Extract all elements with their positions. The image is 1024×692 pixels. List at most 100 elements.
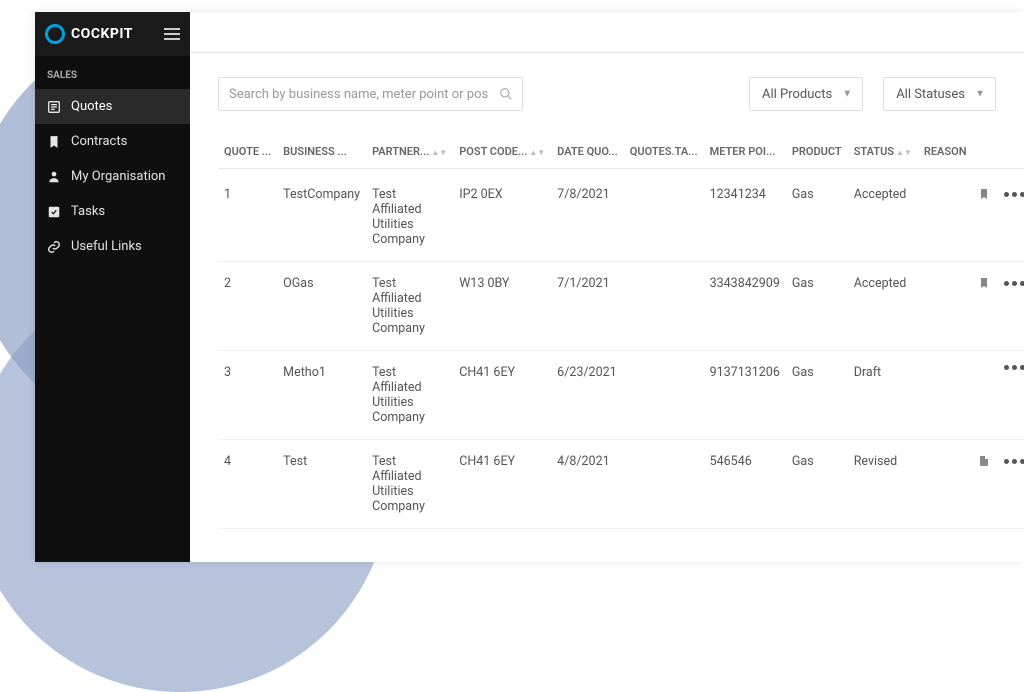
table-cell (624, 262, 704, 351)
sidebar-section-label: SALES (35, 56, 190, 89)
column-header[interactable]: POST CODE...▲▼ (453, 135, 551, 169)
table-cell: Draft (848, 351, 918, 440)
sidebar-item-useful-links[interactable]: Useful Links (35, 229, 190, 264)
table-cell: 4/8/2021 (551, 440, 624, 529)
table-cell: 6/23/2021 (551, 351, 624, 440)
table-cell: 546546 (704, 440, 786, 529)
table-cell: 4 (218, 440, 277, 529)
main-content: All Products ▼ All Statuses ▼ QUOTE ...B… (190, 12, 1024, 562)
table-cell: 7/1/2021 (551, 262, 624, 351)
row-actions-cell (972, 262, 1024, 351)
table-cell: Accepted (848, 262, 918, 351)
sidebar-nav: Quotes Contracts My Organisation Tasks Usefu… (35, 89, 190, 264)
more-actions-icon[interactable] (1004, 365, 1024, 370)
table-cell: IP2 0EX (453, 169, 551, 262)
table-cell: Test Affiliated Utilities Company (366, 262, 453, 351)
row-actions-cell (972, 440, 1024, 529)
sort-icon: ▲▼ (896, 148, 912, 157)
sidebar-item-label: My Organisation (71, 169, 165, 184)
more-actions-icon[interactable] (1004, 281, 1024, 286)
table-cell: Test Affiliated Utilities Company (366, 440, 453, 529)
table-container: QUOTE ...BUSINESS ...PARTNER...▲▼POST CO… (190, 135, 1024, 562)
table-cell (624, 440, 704, 529)
links-icon (47, 240, 61, 254)
org-icon (47, 170, 61, 184)
table-cell: Metho1 (277, 351, 366, 440)
more-actions-icon[interactable] (1004, 459, 1024, 464)
column-header-actions (972, 135, 1024, 169)
divider (190, 52, 1024, 53)
column-header[interactable]: METER POI... (704, 135, 786, 169)
column-header[interactable]: BUSINESS ... (277, 135, 366, 169)
table-row[interactable]: 4TestTest Affiliated Utilities CompanyCH… (218, 440, 1024, 529)
sidebar-item-my-organisation[interactable]: My Organisation (35, 159, 190, 194)
menu-toggle-icon[interactable] (164, 28, 180, 40)
sidebar: COCKPIT SALES Quotes Contracts My Organisa… (35, 12, 190, 562)
bookmark-icon[interactable] (978, 276, 990, 290)
column-header[interactable]: STATUS▲▼ (848, 135, 918, 169)
table-cell: W13 0BY (453, 262, 551, 351)
table-cell: CH41 6EY (453, 351, 551, 440)
table-cell: 3343842909 (704, 262, 786, 351)
logo-icon (45, 24, 65, 44)
column-header[interactable]: DATE QUO... (551, 135, 624, 169)
product-dropdown[interactable]: All Products ▼ (749, 77, 863, 111)
row-actions-cell (972, 169, 1024, 262)
search-icon[interactable] (499, 87, 513, 101)
table-row[interactable]: 3Metho1Test Affiliated Utilities Company… (218, 351, 1024, 440)
bookmark-icon[interactable] (978, 187, 990, 201)
table-cell: Gas (786, 262, 848, 351)
table-cell: Test Affiliated Utilities Company (366, 351, 453, 440)
sidebar-item-contracts[interactable]: Contracts (35, 124, 190, 159)
sidebar-item-tasks[interactable]: Tasks (35, 194, 190, 229)
table-cell: Test (277, 440, 366, 529)
sidebar-item-label: Useful Links (71, 239, 142, 254)
table-row[interactable]: 2OGasTest Affiliated Utilities CompanyW1… (218, 262, 1024, 351)
column-header[interactable]: REASON (918, 135, 973, 169)
topbar (190, 12, 1024, 52)
table-cell: OGas (277, 262, 366, 351)
contracts-icon (47, 135, 61, 149)
table-cell: Gas (786, 440, 848, 529)
product-dropdown-label: All Products (762, 87, 832, 102)
table-cell: Test Affiliated Utilities Company (366, 169, 453, 262)
table-cell: 7/8/2021 (551, 169, 624, 262)
header: COCKPIT (35, 12, 190, 56)
column-header[interactable]: QUOTES.TA... (624, 135, 704, 169)
table-cell: 2 (218, 262, 277, 351)
quotes-icon (47, 100, 61, 114)
app-window: COCKPIT SALES Quotes Contracts My Organisa… (35, 12, 1024, 562)
table-cell: Gas (786, 169, 848, 262)
more-actions-icon[interactable] (1004, 192, 1024, 197)
table-cell (624, 351, 704, 440)
column-header[interactable]: QUOTE ... (218, 135, 277, 169)
sidebar-item-label: Contracts (71, 134, 127, 149)
status-dropdown-label: All Statuses (896, 87, 965, 102)
table-cell (624, 169, 704, 262)
table-row[interactable]: 1TestCompanyTest Affiliated Utilities Co… (218, 169, 1024, 262)
filter-bar: All Products ▼ All Statuses ▼ (190, 77, 1024, 135)
tasks-icon (47, 205, 61, 219)
table-cell: 1 (218, 169, 277, 262)
chevron-down-icon: ▼ (975, 89, 985, 100)
table-cell: Revised (848, 440, 918, 529)
table-cell: 3 (218, 351, 277, 440)
sidebar-item-quotes[interactable]: Quotes (35, 89, 190, 124)
status-dropdown[interactable]: All Statuses ▼ (883, 77, 996, 111)
table-cell (918, 440, 973, 529)
sidebar-item-label: Quotes (71, 99, 112, 114)
table-cell: 12341234 (704, 169, 786, 262)
sort-icon: ▲▼ (529, 148, 545, 157)
table-cell (918, 262, 973, 351)
table-cell: Accepted (848, 169, 918, 262)
search-input[interactable] (218, 77, 523, 111)
table-cell (918, 351, 973, 440)
table-cell: Gas (786, 351, 848, 440)
quotes-table: QUOTE ...BUSINESS ...PARTNER...▲▼POST CO… (218, 135, 1024, 529)
column-header[interactable]: PARTNER...▲▼ (366, 135, 453, 169)
row-actions-cell (972, 351, 1024, 440)
bookmark-icon[interactable] (978, 454, 990, 468)
table-cell (918, 169, 973, 262)
column-header[interactable]: PRODUCT (786, 135, 848, 169)
table-cell: 9137131206 (704, 351, 786, 440)
